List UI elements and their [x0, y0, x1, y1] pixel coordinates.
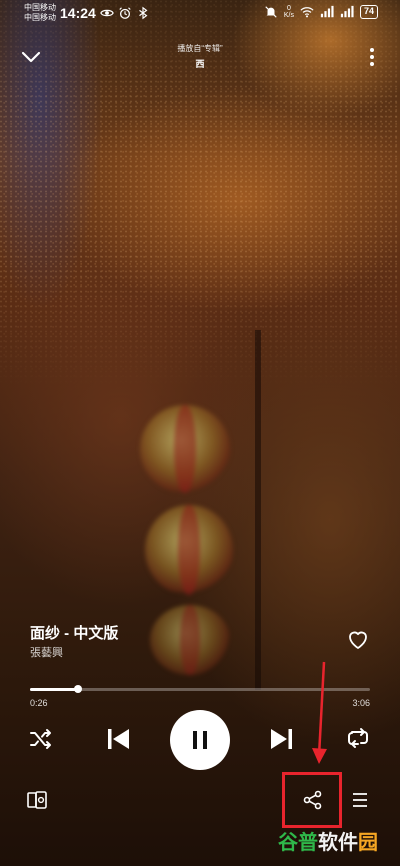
- elapsed-time: 0:26: [30, 698, 48, 708]
- total-time: 3:06: [352, 698, 370, 708]
- playing-from-label: 播放自“专辑”: [177, 44, 223, 53]
- heart-icon: [349, 631, 367, 649]
- signal-icon: [320, 5, 334, 19]
- bluetooth-icon: [136, 6, 150, 20]
- more-options-button[interactable]: [364, 44, 380, 70]
- like-button[interactable]: [346, 628, 370, 652]
- repeat-icon: [348, 728, 368, 748]
- queue-button[interactable]: [350, 790, 370, 810]
- shuffle-icon: [30, 729, 51, 749]
- signal-icon: [340, 5, 354, 19]
- album-name[interactable]: 西: [0, 57, 400, 70]
- queue-icon: [353, 793, 367, 807]
- track-title[interactable]: 面纱 - 中文版: [30, 622, 118, 643]
- track-artist[interactable]: 張藝興: [30, 644, 63, 660]
- context-info: 播放自“专辑” 西: [0, 43, 400, 70]
- network-speed: 0 K/s: [284, 5, 294, 19]
- status-bar: 中国移动 中国移动 14:24 0 K/s 74: [0, 0, 400, 30]
- next-button[interactable]: [268, 725, 296, 753]
- background-pole: [255, 330, 261, 690]
- annotation-arrow: [312, 661, 327, 764]
- status-icons-left: [100, 6, 150, 20]
- watermark-part: 园: [358, 832, 378, 854]
- more-vertical-icon: [370, 48, 374, 66]
- watermark-part: 软件: [318, 832, 358, 854]
- clock: 14:24: [60, 5, 96, 21]
- network-speed-value: 0: [286, 5, 291, 12]
- carrier-2: 中国移动: [24, 13, 56, 22]
- connect-device-icon: [27, 791, 47, 809]
- pause-icon: [193, 731, 207, 749]
- background-lantern: [150, 605, 230, 675]
- watermark-part: 谷普: [278, 832, 318, 854]
- network-speed-unit: K/s: [283, 12, 294, 19]
- annotation-highlight-box: [282, 772, 342, 828]
- watermark: 谷普 软件 园: [278, 826, 378, 855]
- skip-previous-icon: [108, 729, 129, 749]
- wifi-icon: [300, 5, 314, 19]
- eye-icon: [100, 6, 114, 20]
- skip-next-icon: [271, 729, 292, 749]
- progress-fill: [30, 687, 78, 691]
- previous-button[interactable]: [104, 725, 132, 753]
- player-header: 播放自“专辑” 西: [0, 38, 400, 78]
- playback-controls: [0, 708, 400, 772]
- repeat-button[interactable]: [345, 725, 371, 751]
- carrier-1: 中国移动: [24, 3, 56, 12]
- progress-handle[interactable]: [73, 685, 82, 693]
- background-lantern: [145, 505, 233, 595]
- status-icons-right: 0 K/s 74: [264, 5, 378, 19]
- alarm-icon: [118, 6, 132, 20]
- carrier-labels: 中国移动 中国移动: [24, 3, 56, 23]
- battery-indicator: 74: [359, 5, 378, 19]
- connect-device-button[interactable]: [26, 789, 48, 811]
- shuffle-button[interactable]: [28, 726, 54, 752]
- background-lantern: [140, 405, 230, 493]
- play-pause-button[interactable]: [170, 710, 230, 770]
- mute-icon: [264, 5, 278, 19]
